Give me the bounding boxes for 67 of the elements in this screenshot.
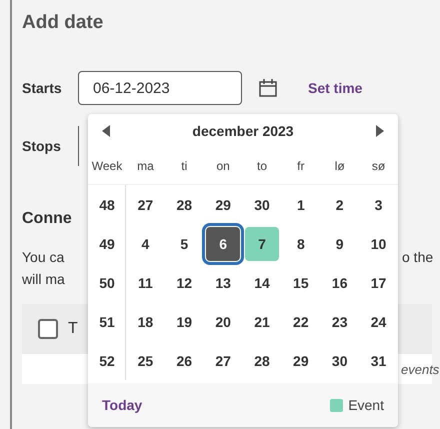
calendar-day[interactable]: 5	[167, 226, 202, 260]
field-label: Stops	[22, 138, 62, 154]
week-number: 50	[98, 274, 116, 292]
calendar-day[interactable]: 10	[362, 226, 396, 260]
month-title: december 2023	[192, 123, 294, 139]
calendar-day[interactable]: 29	[284, 344, 318, 378]
previous-month-button[interactable]	[100, 123, 112, 139]
calendar-day[interactable]: 27	[206, 344, 240, 378]
section-heading: Conne	[22, 210, 73, 228]
calendar-day[interactable]: 24	[362, 304, 396, 338]
table-cell: events	[401, 362, 440, 376]
calendar-day[interactable]: 30	[244, 188, 279, 222]
calendar-day[interactable]: 6	[206, 226, 240, 260]
calendar-day[interactable]: 13	[206, 266, 240, 300]
today-link[interactable]: Today	[102, 397, 142, 413]
field-label: Starts	[22, 80, 63, 96]
weekday-header: ma	[137, 159, 154, 173]
calendar-day[interactable]: 26	[167, 344, 202, 378]
calendar-day[interactable]: 25	[128, 344, 162, 378]
week-number: 48	[98, 196, 116, 214]
week-number: 49	[98, 234, 116, 254]
calendar-day[interactable]: 21	[244, 304, 279, 338]
weekday-header: ti	[181, 159, 188, 173]
description-text: o the	[402, 248, 434, 267]
calendar-day[interactable]: 18	[128, 304, 162, 338]
calendar-day[interactable]: 28	[244, 344, 279, 378]
calendar-day[interactable]: 22	[284, 304, 318, 338]
weekday-header: on	[216, 159, 230, 173]
calendar-icon[interactable]	[258, 78, 278, 98]
calendar-day[interactable]: 11	[128, 266, 162, 300]
description-text: will ma	[22, 270, 65, 289]
calendar-day[interactable]: 17	[362, 266, 396, 300]
week-column-header: Week	[92, 159, 122, 173]
calendar-day[interactable]: 29	[206, 188, 240, 222]
calendar-day[interactable]: 9	[322, 226, 357, 260]
page-title: Add date	[22, 12, 104, 35]
week-number: 52	[98, 352, 116, 370]
calendar-day[interactable]: 12	[167, 266, 202, 300]
calendar-day[interactable]: 8	[284, 226, 318, 260]
event-legend-swatch	[330, 398, 344, 412]
start-date-field[interactable]: 06-12-2023	[78, 71, 242, 105]
calendar-day[interactable]: 7	[244, 226, 279, 260]
next-month-button[interactable]	[374, 123, 386, 139]
calendar-day[interactable]: 15	[284, 266, 318, 300]
set-time-link[interactable]: Set time	[308, 80, 362, 96]
calendar-day[interactable]: 27	[128, 188, 162, 222]
calendar-day[interactable]: 28	[167, 188, 202, 222]
calendar-day[interactable]: 20	[206, 304, 240, 338]
weekday-header: lø	[334, 159, 345, 173]
calendar-day[interactable]: 3	[362, 188, 396, 222]
column-header: T	[68, 320, 78, 338]
calendar-day[interactable]: 1	[284, 188, 318, 222]
calendar-day[interactable]: 23	[322, 304, 357, 338]
weekday-header: to	[256, 159, 267, 173]
legend-label: Event	[348, 397, 384, 413]
weekday-header: sø	[372, 159, 386, 173]
calendar-day[interactable]: 31	[362, 344, 396, 378]
select-all-checkbox[interactable]	[38, 319, 58, 339]
description-text: You ca	[22, 248, 64, 267]
calendar-day[interactable]: 2	[322, 188, 357, 222]
week-number: 51	[98, 312, 116, 332]
calendar-day[interactable]: 30	[322, 344, 357, 378]
weekday-header: fr	[297, 159, 305, 173]
calendar-day[interactable]: 16	[322, 266, 357, 300]
calendar-day[interactable]: 14	[244, 266, 279, 300]
calendar-day[interactable]: 19	[167, 304, 202, 338]
calendar-day[interactable]: 4	[128, 226, 162, 260]
